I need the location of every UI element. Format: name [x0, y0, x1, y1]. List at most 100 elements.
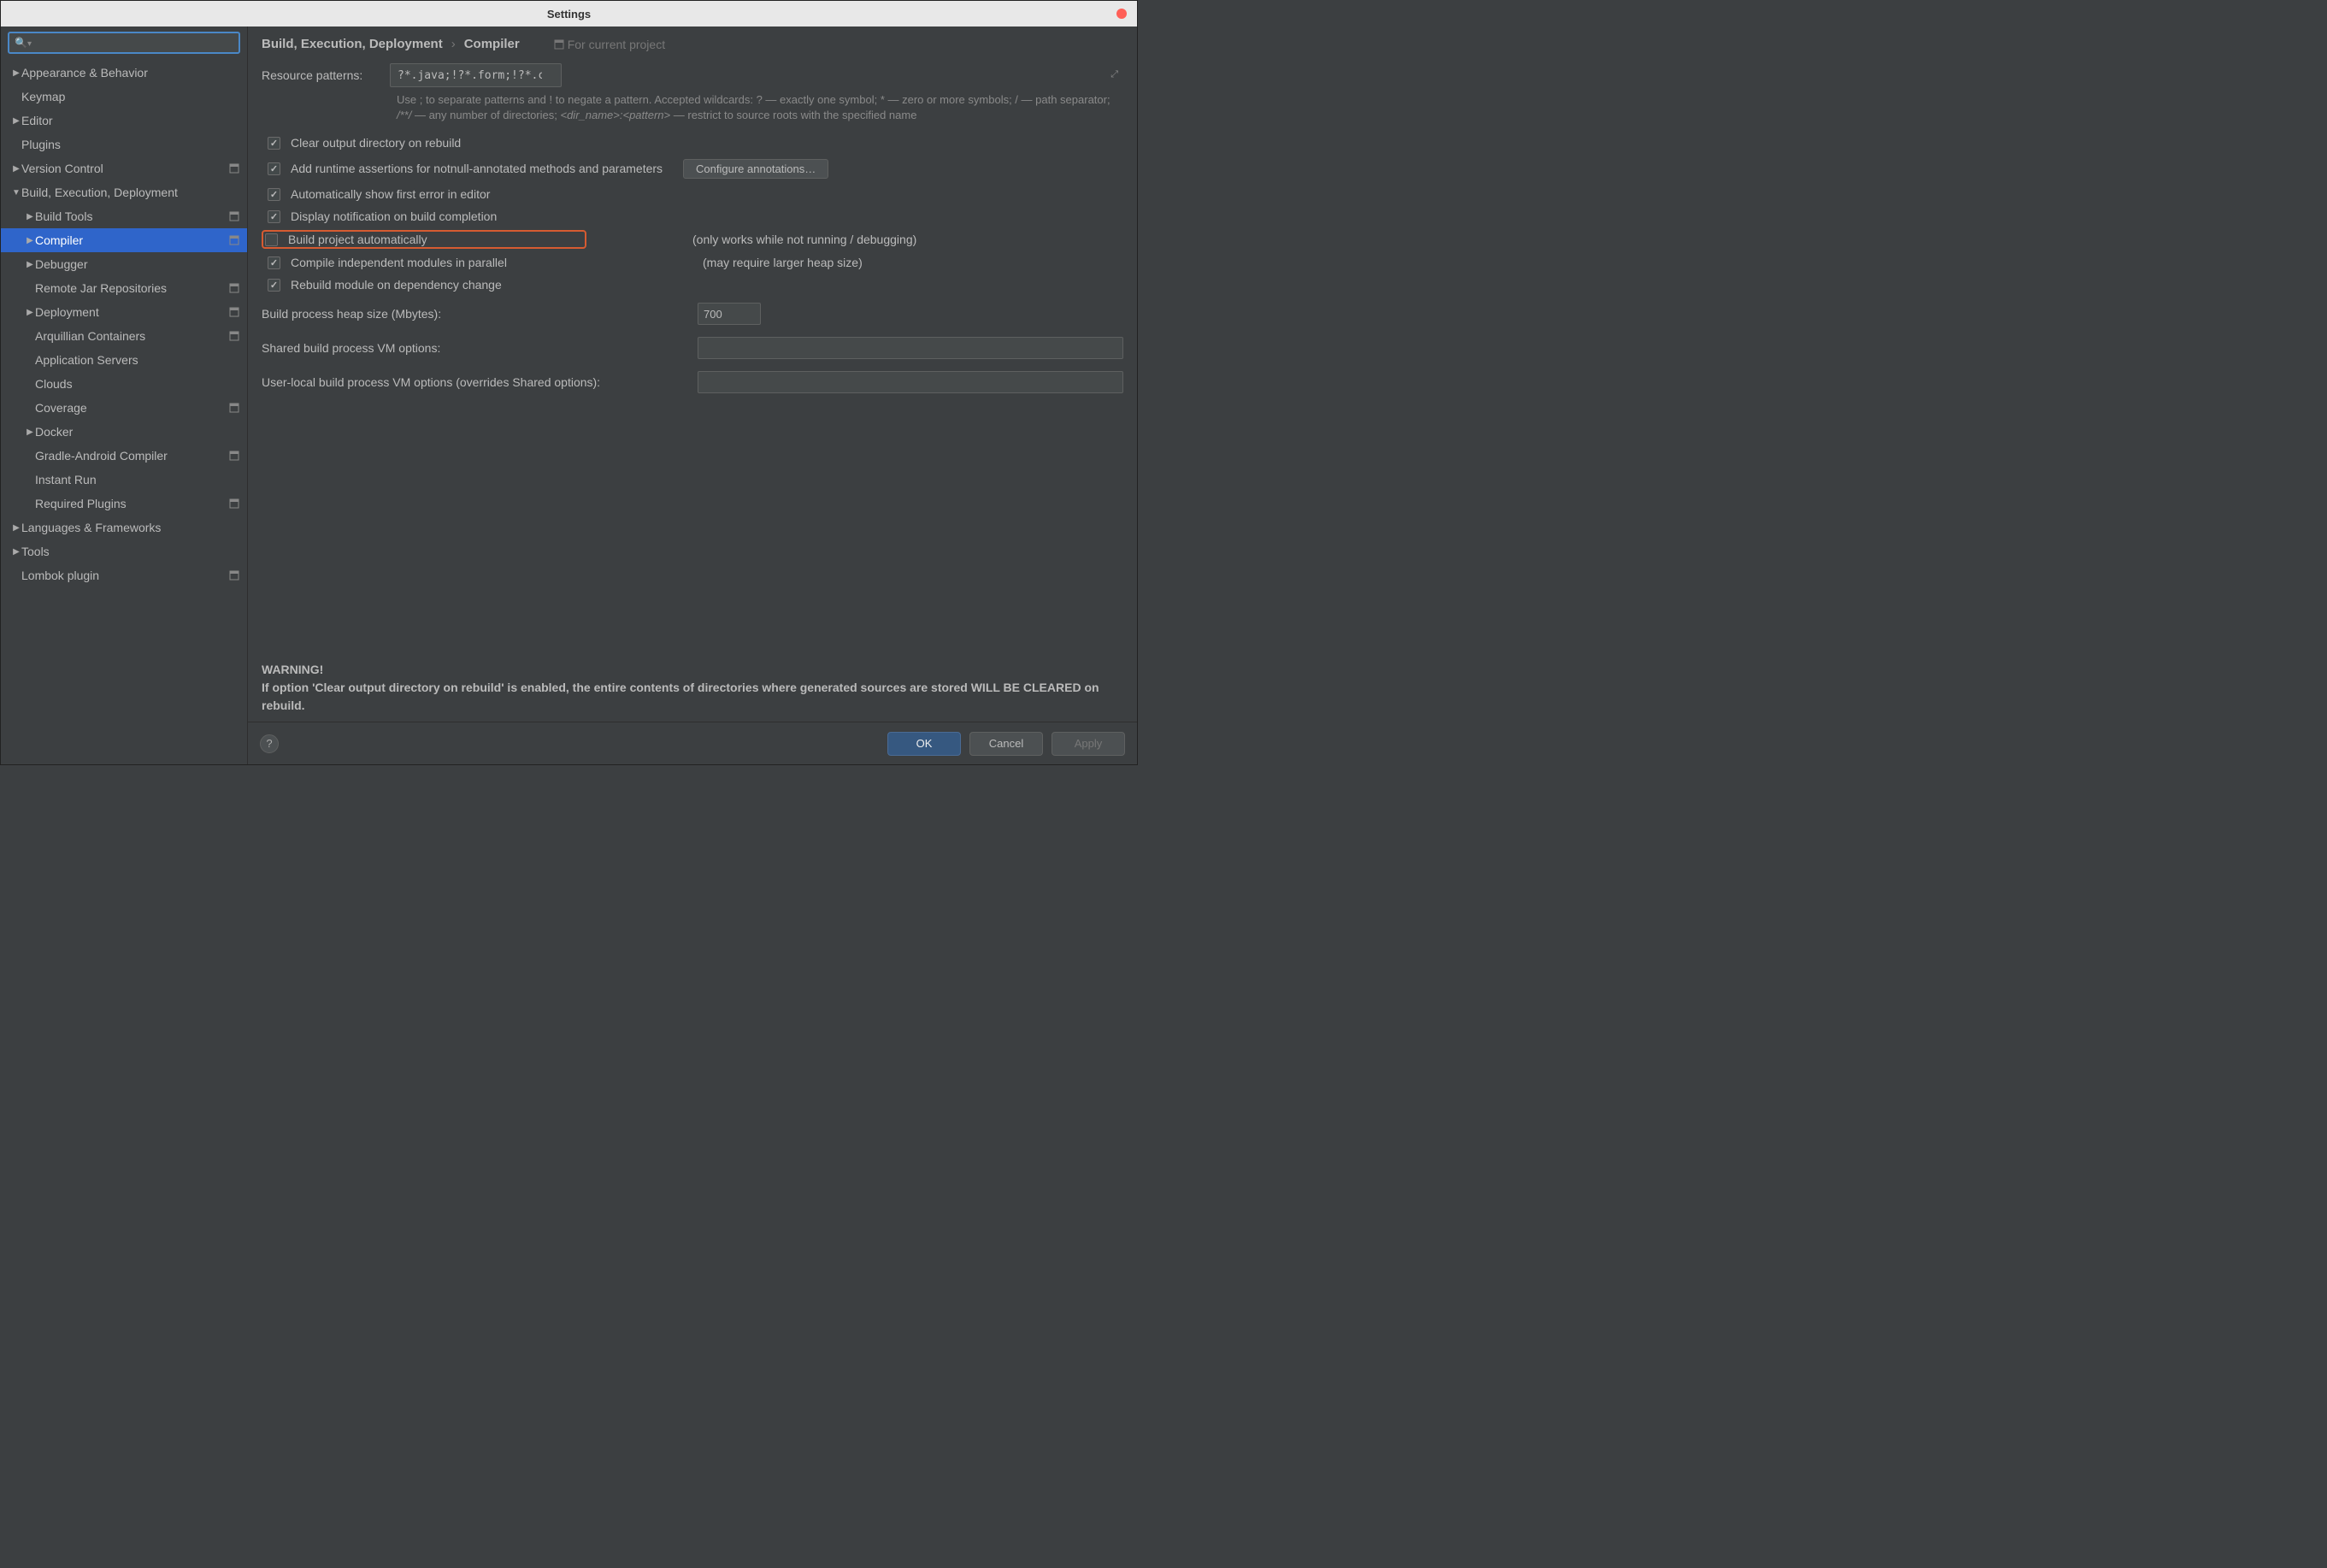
sidebar-item-label: Clouds: [35, 377, 240, 391]
project-badge-icon: [228, 306, 240, 318]
configure-annotations-button[interactable]: Configure annotations…: [683, 159, 828, 179]
sidebar-item-compiler[interactable]: ▶Compiler: [1, 228, 247, 252]
build-auto-label: Build project automatically: [288, 233, 427, 246]
help-button[interactable]: ?: [260, 734, 279, 753]
sidebar-item-label: Required Plugins: [35, 497, 228, 510]
sidebar-item-tools[interactable]: ▶Tools: [1, 539, 247, 563]
resource-pattern-input[interactable]: [390, 63, 562, 87]
rebuild-dep-checkbox[interactable]: [268, 279, 280, 292]
search-wrap: 🔍▾: [1, 27, 247, 59]
compile-parallel-checkbox[interactable]: [268, 256, 280, 269]
sidebar-item-appearance-behavior[interactable]: ▶Appearance & Behavior: [1, 61, 247, 85]
resource-input-wrap: ⤢: [390, 63, 1123, 87]
ok-button[interactable]: OK: [887, 732, 961, 756]
body: 🔍▾ ▶Appearance & Behavior▶Keymap▶Editor▶…: [1, 27, 1137, 764]
user-vm-label: User-local build process VM options (ove…: [262, 375, 691, 389]
sidebar-item-label: Gradle-Android Compiler: [35, 449, 228, 463]
clear-output-row: Clear output directory on rebuild: [262, 132, 1123, 154]
sidebar-item-version-control[interactable]: ▶Version Control: [1, 156, 247, 180]
footer: ? OK Cancel Apply: [248, 722, 1137, 764]
search-input[interactable]: 🔍▾: [8, 32, 240, 54]
sidebar-item-instant-run[interactable]: ▶Instant Run: [1, 468, 247, 492]
tree-arrow-icon: ▼: [11, 188, 21, 197]
sidebar-item-deployment[interactable]: ▶Deployment: [1, 300, 247, 324]
project-badge-icon: [228, 210, 240, 222]
warning-title: WARNING!: [262, 661, 1123, 679]
titlebar: Settings: [1, 1, 1137, 27]
project-badge-icon: [228, 162, 240, 174]
breadcrumb-parent: Build, Execution, Deployment: [262, 37, 443, 51]
cancel-button[interactable]: Cancel: [969, 732, 1043, 756]
rebuild-dep-row: Rebuild module on dependency change: [262, 274, 1123, 296]
shared-vm-row: Shared build process VM options:: [262, 333, 1123, 363]
sidebar-item-keymap[interactable]: ▶Keymap: [1, 85, 247, 109]
sidebar-item-debugger[interactable]: ▶Debugger: [1, 252, 247, 276]
heap-size-input[interactable]: [698, 303, 761, 325]
sidebar-item-build-execution-deployment[interactable]: ▼Build, Execution, Deployment: [1, 180, 247, 204]
settings-window: Settings 🔍▾ ▶Appearance & Behavior▶Keyma…: [0, 0, 1138, 765]
sidebar-item-label: Coverage: [35, 401, 228, 415]
add-runtime-checkbox[interactable]: [268, 162, 280, 175]
clear-output-checkbox[interactable]: [268, 137, 280, 150]
apply-button[interactable]: Apply: [1052, 732, 1125, 756]
auto-show-error-row: Automatically show first error in editor: [262, 183, 1123, 205]
sidebar-item-clouds[interactable]: ▶Clouds: [1, 372, 247, 396]
sidebar-item-label: Build Tools: [35, 209, 228, 223]
build-auto-row: Build project automatically (only works …: [262, 227, 1123, 251]
user-vm-row: User-local build process VM options (ove…: [262, 368, 1123, 397]
sidebar-item-coverage[interactable]: ▶Coverage: [1, 396, 247, 420]
sidebar-item-languages-frameworks[interactable]: ▶Languages & Frameworks: [1, 516, 247, 539]
sidebar-item-label: Instant Run: [35, 473, 240, 486]
project-badge-icon: [228, 450, 240, 462]
tree-arrow-icon: ▶: [11, 523, 21, 533]
sidebar-item-label: Debugger: [35, 257, 240, 271]
sidebar-item-label: Languages & Frameworks: [21, 521, 240, 534]
project-badge-icon: [554, 39, 564, 50]
breadcrumb-sep: ›: [451, 37, 456, 51]
tree-arrow-icon: ▶: [11, 547, 21, 557]
add-runtime-row: Add runtime assertions for notnull-annot…: [262, 154, 1123, 183]
main-content: Build, Execution, Deployment › Compiler …: [248, 27, 1137, 722]
shared-vm-input[interactable]: [698, 337, 1123, 359]
build-auto-highlight: Build project automatically: [262, 230, 586, 249]
tree-arrow-icon: ▶: [25, 308, 35, 317]
sidebar-item-docker[interactable]: ▶Docker: [1, 420, 247, 444]
build-auto-note: (only works while not running / debuggin…: [692, 233, 916, 246]
sidebar-item-label: Build, Execution, Deployment: [21, 186, 240, 199]
auto-show-error-checkbox[interactable]: [268, 188, 280, 201]
sidebar-item-label: Compiler: [35, 233, 228, 247]
sidebar-item-label: Editor: [21, 114, 240, 127]
project-badge-icon: [228, 330, 240, 342]
sidebar-item-label: Docker: [35, 425, 240, 439]
sidebar-item-lombok-plugin[interactable]: ▶Lombok plugin: [1, 563, 247, 587]
project-badge-icon: [228, 282, 240, 294]
sidebar-item-gradle-android-compiler[interactable]: ▶Gradle-Android Compiler: [1, 444, 247, 468]
tree-arrow-icon: ▶: [25, 427, 35, 437]
tree-arrow-icon: ▶: [11, 116, 21, 126]
build-auto-checkbox[interactable]: [265, 233, 278, 246]
sidebar-item-required-plugins[interactable]: ▶Required Plugins: [1, 492, 247, 516]
sidebar-item-editor[interactable]: ▶Editor: [1, 109, 247, 133]
search-icon: 🔍▾: [15, 37, 32, 49]
rebuild-dep-label: Rebuild module on dependency change: [291, 278, 502, 292]
sidebar-item-label: Version Control: [21, 162, 228, 175]
breadcrumb-hint: For current project: [554, 38, 665, 51]
project-badge-icon: [228, 402, 240, 414]
expand-icon[interactable]: ⤢: [1110, 69, 1118, 80]
resource-pattern-row: Resource patterns: ⤢: [262, 63, 1123, 87]
sidebar-item-plugins[interactable]: ▶Plugins: [1, 133, 247, 156]
sidebar-item-arquillian-containers[interactable]: ▶Arquillian Containers: [1, 324, 247, 348]
window-title: Settings: [547, 8, 591, 21]
sidebar: 🔍▾ ▶Appearance & Behavior▶Keymap▶Editor▶…: [1, 27, 248, 764]
sidebar-item-remote-jar-repositories[interactable]: ▶Remote Jar Repositories: [1, 276, 247, 300]
breadcrumb-child: Compiler: [464, 37, 520, 51]
sidebar-item-build-tools[interactable]: ▶Build Tools: [1, 204, 247, 228]
close-icon[interactable]: [1116, 9, 1127, 19]
display-notif-checkbox[interactable]: [268, 210, 280, 223]
compile-parallel-note: (may require larger heap size): [703, 256, 863, 269]
warning-block: WARNING! If option 'Clear output directo…: [262, 661, 1123, 715]
sidebar-item-label: Application Servers: [35, 353, 240, 367]
sidebar-item-application-servers[interactable]: ▶Application Servers: [1, 348, 247, 372]
user-vm-input[interactable]: [698, 371, 1123, 393]
tree-arrow-icon: ▶: [11, 164, 21, 174]
